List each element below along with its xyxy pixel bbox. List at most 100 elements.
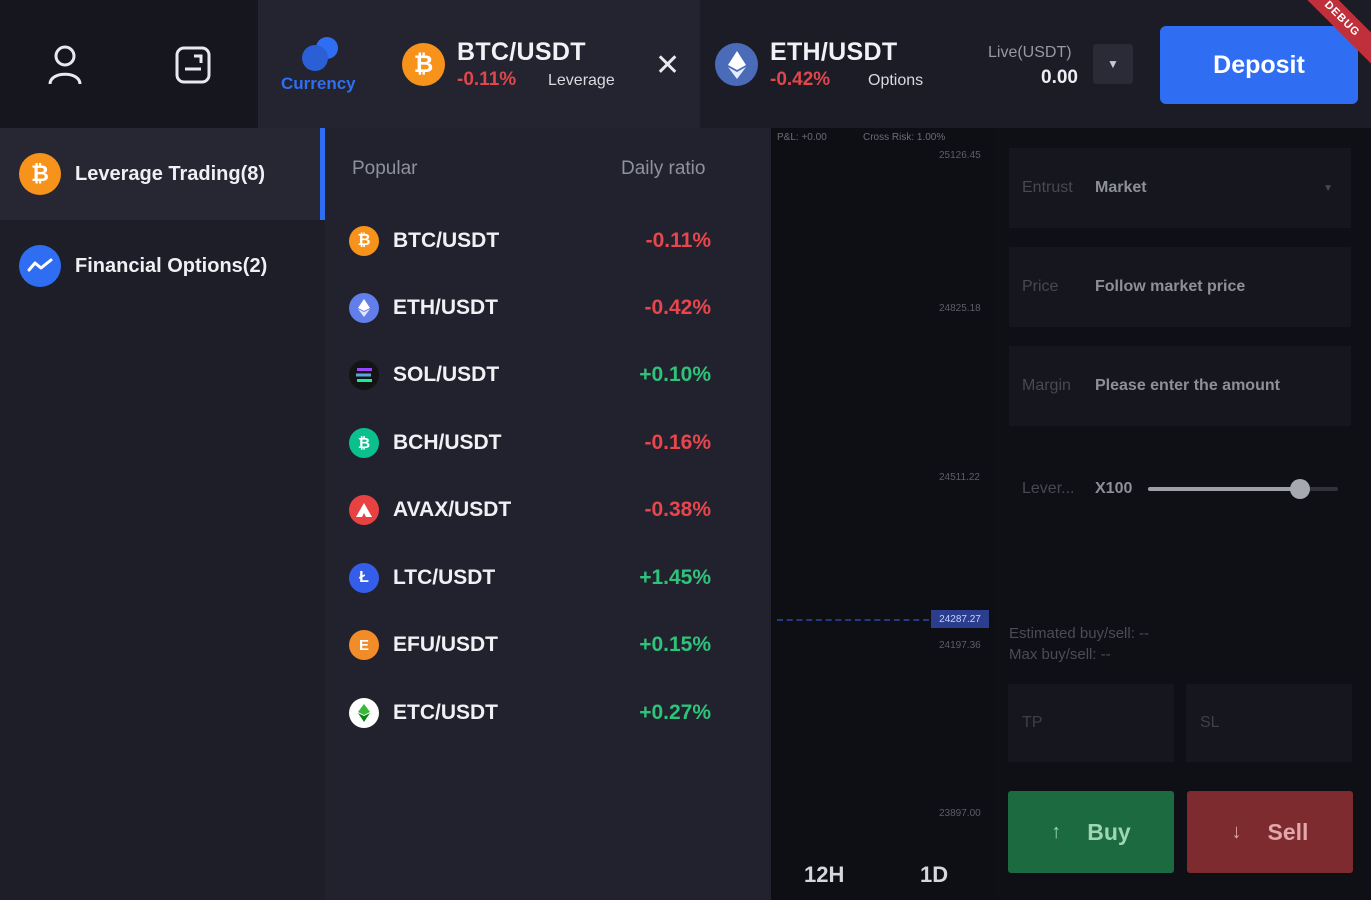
market-ratio: -0.16% <box>644 431 711 454</box>
order-form: Entrust Market ▼ Price Follow market pri… <box>995 128 1371 900</box>
y-tick: 24511.22 <box>939 472 980 483</box>
chevron-down-icon: ▼ <box>1107 57 1119 71</box>
sidebar-item-label: Leverage Trading(8) <box>75 162 266 185</box>
tab-eth-type: Options <box>868 72 924 89</box>
avax-coin-icon <box>349 495 379 525</box>
market-row-efu[interactable]: E EFU/USDT +0.15% <box>349 620 749 670</box>
buy-label: Buy <box>1087 818 1131 845</box>
market-pair: AVAX/USDT <box>393 498 512 521</box>
price-value: Follow market price <box>1095 278 1246 295</box>
market-row-avax[interactable]: AVAX/USDT -0.38% <box>349 485 749 535</box>
market-row-etc[interactable]: ETC/USDT +0.27% <box>349 688 749 738</box>
market-ratio: +1.45% <box>639 566 711 589</box>
y-tick: 24825.18 <box>939 303 981 314</box>
period-12h[interactable]: 12H <box>804 862 844 888</box>
y-tick: 23897.00 <box>939 808 981 819</box>
sell-label: Sell <box>1267 818 1309 845</box>
eth-coin-icon <box>715 43 758 86</box>
entrust-select[interactable]: Entrust Market ▼ <box>1009 148 1351 228</box>
top-nav-dark <box>0 0 258 128</box>
account-dropdown[interactable]: ▼ <box>1093 44 1133 84</box>
sidebar-item-financial-options[interactable]: Financial Options(2) <box>0 220 320 312</box>
cross-risk-label: Cross Risk: 1.00% <box>863 132 946 143</box>
margin-input[interactable]: Please enter the amount <box>1095 377 1280 395</box>
y-tick: 24197.36 <box>939 640 981 651</box>
bitcoin-icon: ₿ <box>19 153 61 195</box>
leverage-slider[interactable] <box>1148 479 1338 499</box>
market-row-eth[interactable]: ETH/USDT -0.42% <box>349 283 749 333</box>
buy-button[interactable]: ↑ Buy <box>1008 791 1174 873</box>
lever-label: Lever... <box>1022 480 1075 497</box>
btc-coin-icon: ₿ <box>349 226 379 256</box>
etc-coin-icon <box>349 698 379 728</box>
leverage-row: Lever... X100 <box>1022 474 1352 504</box>
market-pair: BCH/USDT <box>393 431 502 454</box>
arrow-up-icon: ↑ <box>1051 820 1062 843</box>
current-price-tag: 24287.27 <box>931 610 989 628</box>
tab-eth-pair[interactable]: ETH/USDT <box>770 38 897 67</box>
market-row-sol[interactable]: SOL/USDT +0.10% <box>349 350 749 400</box>
price-chart[interactable]: P&L: +0.00 Cross Risk: 1.00% 25126.45 24… <box>771 128 995 900</box>
close-tab-icon[interactable]: ✕ <box>655 48 680 83</box>
orders-icon[interactable] <box>172 44 214 86</box>
slider-handle[interactable] <box>1290 479 1310 499</box>
currency-label: Currency <box>281 74 356 93</box>
user-icon[interactable] <box>44 44 86 86</box>
market-ratio: +0.10% <box>639 363 711 386</box>
price-label: Price <box>1022 278 1059 295</box>
market-pair: ETC/USDT <box>393 701 498 724</box>
entrust-value: Market <box>1095 179 1147 196</box>
y-tick: 25126.45 <box>939 150 981 161</box>
market-pair: BTC/USDT <box>393 229 500 252</box>
tab-btc-change: -0.11% <box>457 69 517 90</box>
margin-field[interactable]: Margin Please enter the amount <box>1009 346 1351 426</box>
chevron-down-icon: ▼ <box>1323 182 1333 194</box>
popular-header: Popular <box>352 158 418 179</box>
market-pair: SOL/USDT <box>393 363 500 386</box>
sell-button[interactable]: ↓ Sell <box>1187 791 1353 873</box>
market-pair: EFU/USDT <box>393 633 498 656</box>
sol-coin-icon <box>349 360 379 390</box>
market-row-btc[interactable]: ₿ BTC/USDT -0.11% <box>349 216 749 266</box>
eth-coin-icon <box>349 293 379 323</box>
sidebar-item-label: Financial Options(2) <box>75 254 268 277</box>
price-field[interactable]: Price Follow market price <box>1009 247 1351 327</box>
live-balance: 0.00 <box>1041 67 1078 88</box>
market-ratio: +0.15% <box>639 633 711 656</box>
ltc-coin-icon: Ł <box>349 563 379 593</box>
live-label: Live(USDT) <box>988 44 1072 61</box>
bch-coin-icon: ₿ <box>349 428 379 458</box>
margin-label: Margin <box>1022 377 1071 394</box>
top-bar: Currency ₿ BTC/USDT -0.11% Leverage ✕ ET… <box>0 0 1371 128</box>
tab-eth-change: -0.42% <box>770 69 831 90</box>
market-ratio: -0.38% <box>644 498 711 521</box>
period-1d[interactable]: 1D <box>920 862 948 888</box>
deposit-button[interactable]: Deposit <box>1160 26 1358 104</box>
pnl-label: P&L: +0.00 <box>777 132 827 143</box>
entrust-label: Entrust <box>1022 179 1073 196</box>
market-ratio: -0.42% <box>644 296 711 319</box>
market-pair: LTC/USDT <box>393 566 496 589</box>
market-pair: ETH/USDT <box>393 296 498 319</box>
sl-field[interactable]: SL <box>1186 684 1352 762</box>
slider-fill <box>1148 487 1300 491</box>
tp-field[interactable]: TP <box>1008 684 1174 762</box>
market-ratio: -0.11% <box>645 229 711 252</box>
estimated-label: Estimated buy/sell: -- <box>1009 625 1150 642</box>
efu-coin-icon: E <box>349 630 379 660</box>
arrow-down-icon: ↓ <box>1231 820 1242 843</box>
current-price-line <box>777 619 929 621</box>
market-row-ltc[interactable]: Ł LTC/USDT +1.45% <box>349 553 749 603</box>
market-list: Popular Daily ratio ₿ BTC/USDT -0.11% ET… <box>325 128 771 900</box>
market-ratio: +0.27% <box>639 701 711 724</box>
lever-value: X100 <box>1095 480 1133 497</box>
max-label: Max buy/sell: -- <box>1009 646 1111 663</box>
currency-icon <box>300 36 342 72</box>
daily-ratio-header: Daily ratio <box>621 158 706 179</box>
tab-btc-pair: BTC/USDT <box>457 38 586 66</box>
market-row-bch[interactable]: ₿ BCH/USDT -0.16% <box>349 418 749 468</box>
trend-icon <box>19 245 61 287</box>
btc-coin-icon: ₿ <box>402 43 445 86</box>
sidebar-item-leverage-trading[interactable]: ₿ Leverage Trading(8) <box>0 128 320 220</box>
tab-btc-type: Leverage <box>548 72 615 89</box>
